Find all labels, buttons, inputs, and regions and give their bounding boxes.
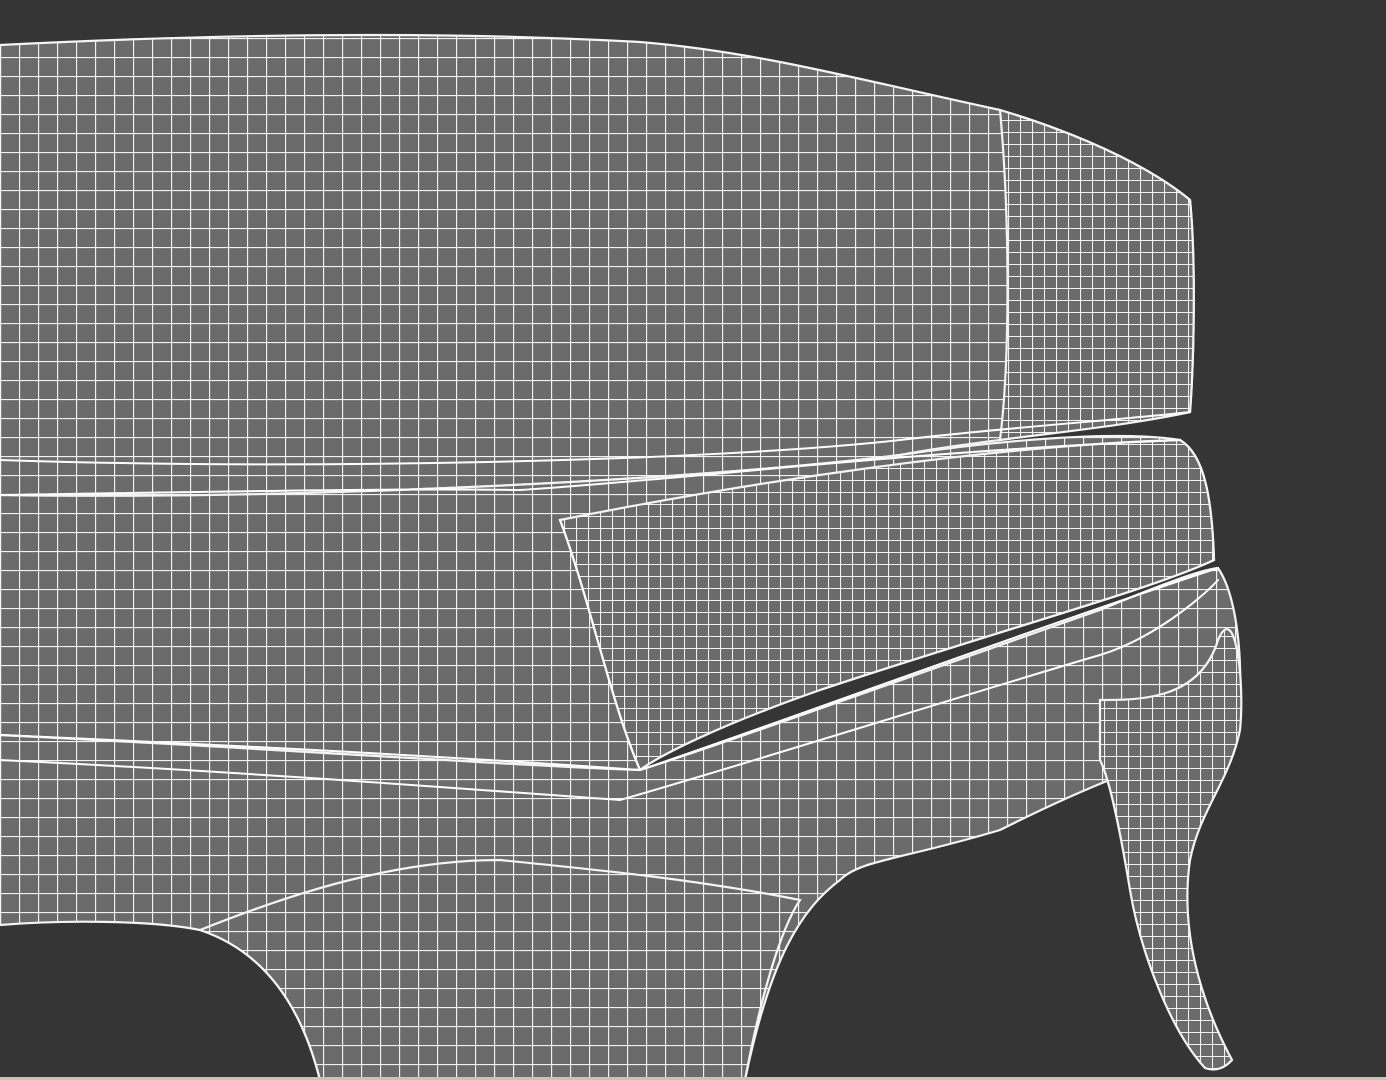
sofa-wireframe-render[interactable]: [0, 0, 1386, 1080]
3d-viewport[interactable]: [0, 0, 1386, 1080]
backrest-side-panel: [998, 108, 1195, 442]
